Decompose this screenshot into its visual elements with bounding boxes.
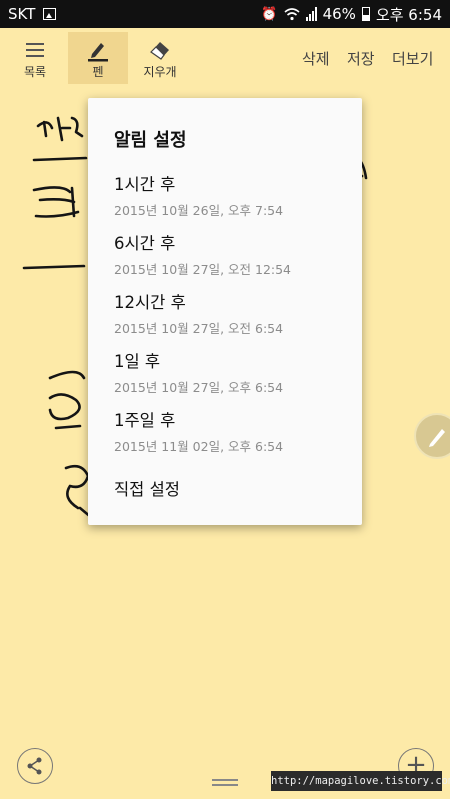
reminder-option-1h[interactable]: 1시간 후 2015년 10월 26일, 오후 7:54 xyxy=(114,171,344,219)
battery-icon xyxy=(361,7,370,21)
more-button[interactable]: 더보기 xyxy=(392,48,433,69)
gallery-notification-icon xyxy=(43,8,57,20)
reminder-option-1d[interactable]: 1일 후 2015년 10월 27일, 오후 6:54 xyxy=(114,348,344,396)
wifi-icon xyxy=(284,8,300,21)
eraser-button[interactable]: 지우개 xyxy=(130,32,190,84)
reminder-option-12h[interactable]: 12시간 후 2015년 10월 27일, 오전 6:54 xyxy=(114,289,344,337)
option-time: 2015년 10월 27일, 오전 12:54 xyxy=(114,262,292,277)
battery-percent: 46% xyxy=(322,5,356,23)
reminder-settings-dialog: 알림 설정 1시간 후 2015년 10월 26일, 오후 7:54 6시간 후… xyxy=(88,98,362,525)
option-label: 12시간 후 xyxy=(114,293,186,312)
drag-handle[interactable] xyxy=(212,778,238,788)
clock: 오후 6:54 xyxy=(375,5,442,24)
list-label: 목록 xyxy=(23,64,47,79)
option-label: 1시간 후 xyxy=(114,175,176,194)
save-button[interactable]: 저장 xyxy=(347,48,375,69)
option-time: 2015년 10월 27일, 오후 6:54 xyxy=(114,380,284,395)
option-time: 2015년 10월 26일, 오후 7:54 xyxy=(114,203,284,218)
option-time: 2015년 10월 27일, 오전 6:54 xyxy=(114,321,284,336)
reminder-option-6h[interactable]: 6시간 후 2015년 10월 27일, 오전 12:54 xyxy=(114,230,344,278)
option-time: 2015년 11월 02일, 오후 6:54 xyxy=(114,439,284,454)
signal-icon xyxy=(305,7,317,21)
option-label: 6시간 후 xyxy=(114,234,176,253)
edit-fab[interactable] xyxy=(414,413,450,459)
note-toolbar: 목록 펜 지우개 삭제 저장 더보기 xyxy=(0,28,450,88)
option-label: 1일 후 xyxy=(114,352,161,371)
eraser-icon xyxy=(150,41,169,60)
pen-button[interactable]: 펜 xyxy=(68,32,128,84)
list-icon xyxy=(26,42,44,57)
carrier-label: SKT xyxy=(8,5,36,23)
eraser-label: 지우개 xyxy=(143,64,177,79)
watermark-text: http://mapagilove.tistory.com xyxy=(271,771,450,791)
custom-reminder-button[interactable]: 직접 설정 xyxy=(114,476,180,500)
list-button[interactable]: 목록 xyxy=(5,32,65,84)
share-icon xyxy=(27,757,42,775)
dialog-title: 알림 설정 xyxy=(114,130,187,151)
status-bar: SKT ⏰ 46% 오후 6:54 xyxy=(0,0,450,28)
pen-label: 펜 xyxy=(92,64,104,79)
option-label: 1주일 후 xyxy=(114,411,176,430)
pencil-icon xyxy=(429,429,445,447)
share-button[interactable] xyxy=(17,748,53,784)
delete-button[interactable]: 삭제 xyxy=(302,48,330,69)
reminder-option-1w[interactable]: 1주일 후 2015년 11월 02일, 오후 6:54 xyxy=(114,407,344,455)
alarm-icon: ⏰ xyxy=(261,6,278,22)
pen-icon xyxy=(88,42,108,61)
